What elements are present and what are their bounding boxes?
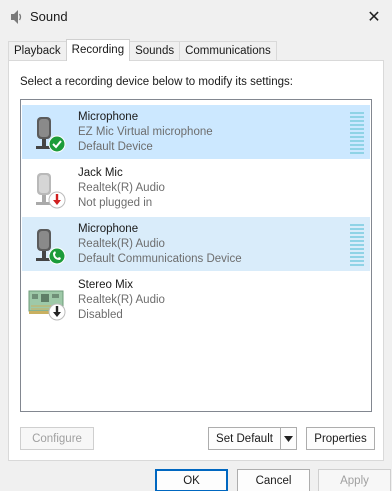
device-status: Default Communications Device — [78, 253, 242, 265]
tab-recording[interactable]: Recording — [65, 39, 131, 61]
sound-dialog: Sound ✕ Playback Recording Sounds Commun… — [0, 0, 392, 491]
device-name: Stereo Mix — [78, 279, 133, 291]
device-status: Not plugged in — [78, 197, 153, 209]
close-icon: ✕ — [367, 9, 381, 26]
device-status: Default Device — [78, 141, 153, 153]
device-status: Disabled — [78, 309, 123, 321]
apply-button[interactable]: Apply — [318, 469, 391, 491]
title-bar: Sound ✕ — [0, 0, 392, 34]
device-item-stereo-mix[interactable]: Stereo Mix Realtek(R) Audio Disabled — [22, 273, 370, 327]
instruction-text: Select a recording device below to modif… — [20, 76, 293, 88]
speaker-icon — [11, 10, 22, 24]
unplugged-badge-icon — [48, 191, 66, 209]
tab-playback[interactable]: Playback — [8, 41, 67, 61]
cancel-button[interactable]: Cancel — [237, 469, 310, 491]
recording-panel: Select a recording device below to modif… — [8, 60, 384, 461]
level-meter — [350, 112, 364, 154]
device-name: Microphone — [78, 223, 139, 235]
device-driver: EZ Mic Virtual microphone — [78, 126, 213, 138]
level-meter — [350, 224, 364, 266]
phone-badge-icon — [48, 247, 66, 265]
device-item-jack-mic[interactable]: Jack Mic Realtek(R) Audio Not plugged in — [22, 161, 370, 215]
device-item-microphone-ezmic[interactable]: Microphone EZ Mic Virtual microphone Def… — [22, 105, 370, 159]
tab-bar: Playback Recording Sounds Communications — [8, 39, 277, 61]
device-list[interactable]: Microphone EZ Mic Virtual microphone Def… — [20, 99, 372, 412]
device-item-microphone-realtek[interactable]: Microphone Realtek(R) Audio Default Comm… — [22, 217, 370, 271]
set-default-dropdown[interactable] — [280, 427, 297, 450]
check-badge-icon — [48, 135, 66, 153]
configure-button[interactable]: Configure — [20, 427, 94, 450]
device-driver: Realtek(R) Audio — [78, 294, 165, 306]
tab-communications[interactable]: Communications — [179, 41, 277, 61]
chevron-down-icon — [284, 435, 293, 442]
device-driver: Realtek(R) Audio — [78, 238, 165, 250]
window-title: Sound — [30, 9, 68, 24]
device-driver: Realtek(R) Audio — [78, 182, 165, 194]
properties-button[interactable]: Properties — [306, 427, 375, 450]
device-name: Microphone — [78, 111, 139, 123]
device-name: Jack Mic — [78, 167, 123, 179]
ok-button[interactable]: OK — [155, 469, 228, 491]
set-default-button[interactable]: Set Default — [208, 427, 280, 450]
close-button[interactable]: ✕ — [356, 0, 392, 34]
tab-sounds[interactable]: Sounds — [129, 41, 181, 61]
disabled-badge-icon — [48, 303, 66, 321]
